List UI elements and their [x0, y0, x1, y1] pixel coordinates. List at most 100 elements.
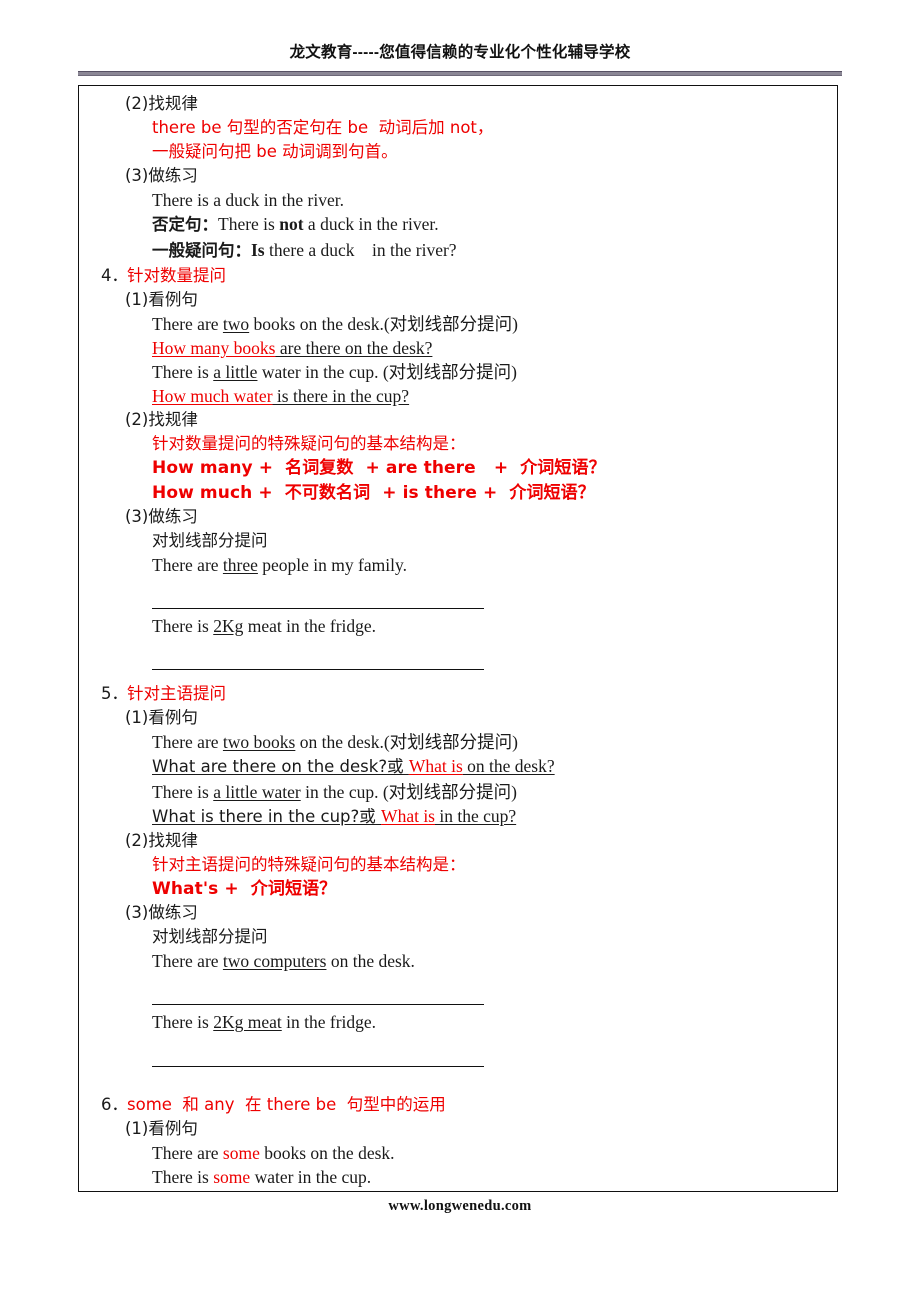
sec5-ex1-text-b: on the desk.(对划线部分提问): [295, 732, 518, 753]
sec4-q1-text-a: There are: [152, 554, 223, 575]
sec4-ans1-red: How many books: [152, 337, 276, 358]
sec5-example-2: There is a little water in the cup. (对划线…: [87, 780, 829, 804]
sec3-rule-line-1: there be 句型的否定句在 be 动词后加 not，: [152, 118, 494, 138]
sec3-example-1: There is a duck in the river.: [152, 190, 344, 211]
sec4-practice-q1: There are three people in my family.: [87, 553, 829, 577]
sec4-example-1: There are two books on the desk.(对划线部分提问…: [87, 312, 829, 336]
sec6-ex2-text-a: There is: [152, 1166, 214, 1187]
section-5-number: 5．: [101, 684, 128, 704]
sec4-answer-2: How much water is there in the cup?: [87, 384, 829, 408]
sec4-q2-text-b: meat in the fridge.: [243, 615, 377, 636]
sec4-part2-label: (2)找规律: [125, 410, 198, 430]
sec5-ex2-text-b: in the cup. (对划线部分提问): [300, 781, 517, 802]
sec5-example-1: There are two books on the desk.(对划线部分提问…: [87, 730, 829, 754]
sec5-q1-text-a: There are: [152, 951, 223, 972]
sec6-ex1-highlight: some: [222, 1142, 260, 1163]
page-header: 龙文教育-----您值得信赖的专业化个性化辅导学校: [0, 0, 920, 76]
header-divider: [78, 71, 842, 76]
sec3-example-3: 一般疑问句：Is there a duck in the river?: [87, 238, 829, 263]
page-footer: www.longwenedu.com: [0, 1198, 920, 1215]
sec4-ex2-text-b: water in the cup. (对划线部分提问): [257, 362, 517, 383]
sec4-ex1-text-a: There are: [152, 313, 223, 334]
sec5-answer-1: What are there on the desk?或 What is on …: [87, 754, 829, 779]
sec4-q2-underlined: 2Kg: [213, 615, 244, 636]
sec4-formula-1: How many + 名词复数 + are there + 介词短语？: [152, 458, 606, 479]
sec5-part2-label: (2)找规律: [125, 830, 198, 850]
sec4-answer-blank-2[interactable]: [87, 651, 829, 675]
sec3-negative-label: 否定句：: [152, 215, 218, 235]
sec6-ex3-highlight: much: [213, 1191, 252, 1192]
sec6-ex1-text-b: books on the desk.: [259, 1142, 395, 1163]
sec4-answer-1: How many books are there on the desk?: [87, 336, 829, 360]
sec6-ex3-text-a: There is: [152, 1191, 213, 1192]
sec5-q2-text-a: There is: [152, 1012, 214, 1033]
sec4-rule-intro: 针对数量提问的特殊疑问句的基本结构是：: [152, 434, 466, 454]
section-6-heading: 6．some 和 any 在 there be 句型中的运用: [87, 1092, 829, 1117]
sec4-example-2: There is a little water in the cup. (对划线…: [87, 360, 829, 384]
section-6-title: some 和 any 在 there be 句型中的运用: [127, 1094, 446, 1114]
sec5-answer-blank-2[interactable]: [87, 1047, 829, 1071]
sec4-ans2-black: is there in the cup?: [272, 386, 410, 407]
section-4-number: 4．: [101, 265, 128, 285]
sec5-ex2-underlined: a little water: [213, 781, 301, 802]
section-6-number: 6．: [101, 1094, 128, 1114]
sec5-ans1-red: What is: [408, 756, 463, 777]
sec4-ans1-black: are there on the desk?: [275, 337, 433, 358]
sec5-part1-label: (1)看例句: [125, 708, 198, 728]
sec5-practice-prompt: 对划线部分提问: [152, 927, 268, 947]
sec5-practice-q1: There are two computers on the desk.: [87, 949, 829, 973]
sec4-q1-text-b: people in my family.: [257, 554, 407, 575]
sec4-part1-label: (1)看例句: [125, 289, 198, 309]
sec4-ex1-text-b: books on the desk.(对划线部分提问): [249, 313, 518, 334]
sec3-negative-text-b: a duck in the river.: [303, 214, 439, 235]
sec6-ex2-text-b: water in the cup.: [250, 1166, 372, 1187]
document-content-frame: (2)找规律 there be 句型的否定句在 be 动词后加 not， 一般疑…: [78, 85, 838, 1192]
sec3-question-is: Is: [251, 239, 265, 260]
sec4-answer-blank-1[interactable]: [87, 590, 829, 614]
sec3-question-label: 一般疑问句：: [152, 240, 251, 260]
sec4-practice-q2: There is 2Kg meat in the fridge.: [87, 614, 829, 638]
sec5-q2-underlined: 2Kg meat: [213, 1012, 282, 1033]
section-5-title: 针对主语提问: [127, 684, 226, 704]
section-5-heading: 5．针对主语提问: [87, 681, 829, 706]
sec6-example-3: There is much water in the cup.: [87, 1189, 829, 1192]
sec5-q1-underlined: two computers: [222, 951, 327, 972]
sec3-negative-text-a: There is: [218, 214, 280, 235]
sec5-formula-1: What's + 介词短语？: [152, 878, 337, 899]
sec4-formula-2: How much + 不可数名词 + is there + 介词短语？: [152, 482, 595, 503]
sec3-question-text: there a duck in the river?: [264, 239, 457, 260]
sec6-ex3-text-b: water in the cup.: [252, 1191, 374, 1192]
sec4-ex1-underlined: two: [222, 313, 250, 334]
sec5-rule-intro: 针对主语提问的特殊疑问句的基本结构是：: [152, 854, 466, 874]
sec4-q2-text-a: There is: [152, 615, 214, 636]
sec3-part3-label: (3)做练习: [125, 166, 198, 186]
sec5-ans1-black-1: What are there on the desk?或: [152, 757, 409, 777]
sec5-ans2-red: What is: [381, 805, 435, 826]
sec5-ans2-black-1: What is there in the cup?或: [152, 806, 382, 826]
sec5-answer-blank-1[interactable]: [87, 986, 829, 1010]
sec5-ans1-black-2: on the desk?: [462, 756, 555, 777]
sec4-q1-underlined: three: [222, 554, 258, 575]
sec6-example-2: There is some water in the cup.: [87, 1165, 829, 1189]
sec5-ans2-black-2: in the cup?: [435, 805, 517, 826]
sec5-answer-2: What is there in the cup?或 What is in th…: [87, 804, 829, 829]
sec3-rule-line-2: 一般疑问句把 be 动词调到句首。: [152, 142, 398, 162]
sec5-part3-label: (3)做练习: [125, 903, 198, 922]
footer-website-url: www.longwenedu.com: [388, 1198, 532, 1214]
section-4-heading: 4．针对数量提问: [87, 263, 829, 288]
sec4-practice-prompt: 对划线部分提问: [152, 530, 268, 550]
section-4-title: 针对数量提问: [127, 265, 226, 285]
sec4-part3-label: (3)做练习: [125, 506, 198, 526]
sec4-ex2-text-a: There is: [152, 362, 214, 383]
sec5-ex1-underlined: two books: [222, 732, 296, 753]
sec4-ex2-underlined: a little: [213, 362, 258, 383]
document-body: (2)找规律 there be 句型的否定句在 be 动词后加 not， 一般疑…: [79, 86, 837, 1192]
sec6-ex2-highlight: some: [213, 1166, 251, 1187]
sec6-part1-label: (1)看例句: [125, 1118, 198, 1138]
sec3-part2-label: (2)找规律: [125, 94, 198, 113]
sec4-ans2-red: How much water: [152, 386, 273, 407]
